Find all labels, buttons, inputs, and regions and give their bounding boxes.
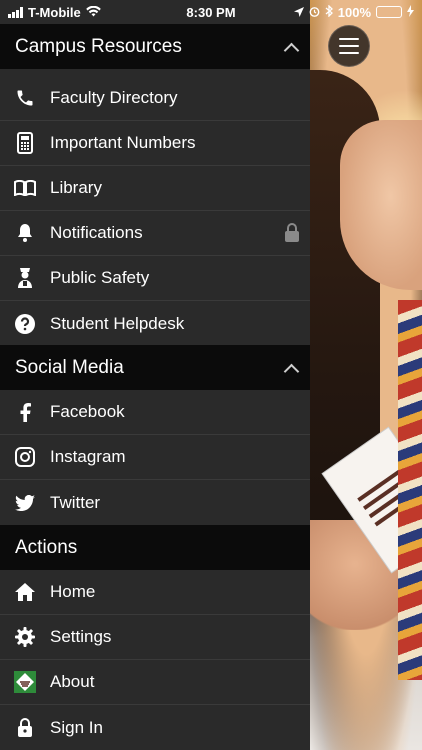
- clock-label: 8:30 PM: [186, 4, 236, 20]
- background-photo: [310, 0, 422, 750]
- navigation-drawer: Campus Resources Faculty Directory Impor…: [0, 0, 310, 750]
- facebook-icon: [14, 401, 36, 423]
- lock-icon: [284, 223, 300, 248]
- section-header-social-media[interactable]: Social Media: [0, 345, 310, 390]
- menu-item-sign-in[interactable]: Sign In: [0, 705, 310, 750]
- bell-icon: [14, 222, 36, 244]
- wifi-icon: [85, 5, 101, 20]
- section-title: Social Media: [15, 356, 124, 378]
- menu-item-label: Twitter: [50, 492, 101, 512]
- menu-item-library[interactable]: Library: [0, 166, 310, 211]
- menu-item-label: Faculty Directory: [50, 88, 178, 107]
- diamond-logo-icon: [14, 671, 36, 693]
- calculator-icon: [14, 132, 36, 154]
- instagram-icon: [14, 446, 36, 468]
- menu-item-faculty-directory[interactable]: Faculty Directory: [0, 76, 310, 121]
- hamburger-menu-button[interactable]: [328, 25, 370, 67]
- menu-item-public-safety[interactable]: Public Safety: [0, 256, 310, 301]
- menu-item-label: About: [50, 672, 95, 691]
- menu-item-label: Important Numbers: [50, 133, 196, 152]
- twitter-icon: [14, 492, 36, 514]
- book-icon: [14, 177, 36, 199]
- menu-item-student-helpdesk[interactable]: Student Helpdesk: [0, 301, 310, 346]
- menu-item-home[interactable]: Home: [0, 570, 310, 615]
- menu-item-settings[interactable]: Settings: [0, 615, 310, 660]
- officer-icon: [14, 267, 36, 289]
- lock-icon: [14, 717, 36, 739]
- status-bar: T-Mobile 8:30 PM 100%: [0, 0, 422, 24]
- battery-percent: 100%: [337, 4, 371, 20]
- menu-item-label: Notifications: [50, 223, 143, 242]
- menu-item-about[interactable]: About: [0, 660, 310, 705]
- menu-item-label: Instagram: [50, 447, 126, 466]
- menu-item-facebook[interactable]: Facebook: [0, 390, 310, 435]
- menu-item-twitter[interactable]: Twitter: [0, 480, 310, 525]
- hamburger-icon: [339, 38, 359, 40]
- menu-item-label: Home: [50, 582, 96, 601]
- question-icon: [14, 313, 36, 335]
- location-arrow-icon: [293, 5, 304, 20]
- menu-item-label: Student Helpdesk: [50, 313, 185, 333]
- menu-item-label: Sign In: [50, 717, 103, 737]
- alarm-icon: [309, 5, 320, 20]
- section-header-actions: Actions: [0, 525, 310, 570]
- charging-bolt-icon: [407, 4, 414, 20]
- signal-icon: [8, 6, 23, 18]
- chevron-up-icon[interactable]: [284, 41, 296, 53]
- menu-item-notifications[interactable]: Notifications: [0, 211, 310, 256]
- carrier-label: T-Mobile: [28, 4, 81, 20]
- menu-item-label: Settings: [50, 627, 112, 646]
- gear-icon: [14, 626, 36, 648]
- menu-item-label: Facebook: [50, 402, 125, 421]
- menu-item-label: Public Safety: [50, 268, 150, 287]
- bluetooth-icon: [325, 3, 333, 20]
- home-icon: [14, 581, 36, 603]
- menu-item-instagram[interactable]: Instagram: [0, 435, 310, 480]
- menu-item-label: Library: [50, 178, 102, 197]
- section-title: Campus Resources: [15, 35, 182, 57]
- battery-icon: [376, 6, 402, 18]
- section-header-campus-resources[interactable]: Campus Resources: [0, 24, 310, 69]
- phone-icon: [14, 87, 36, 109]
- chevron-up-icon[interactable]: [284, 362, 296, 374]
- menu-item-important-numbers[interactable]: Important Numbers: [0, 121, 310, 166]
- section-title: Actions: [15, 536, 78, 558]
